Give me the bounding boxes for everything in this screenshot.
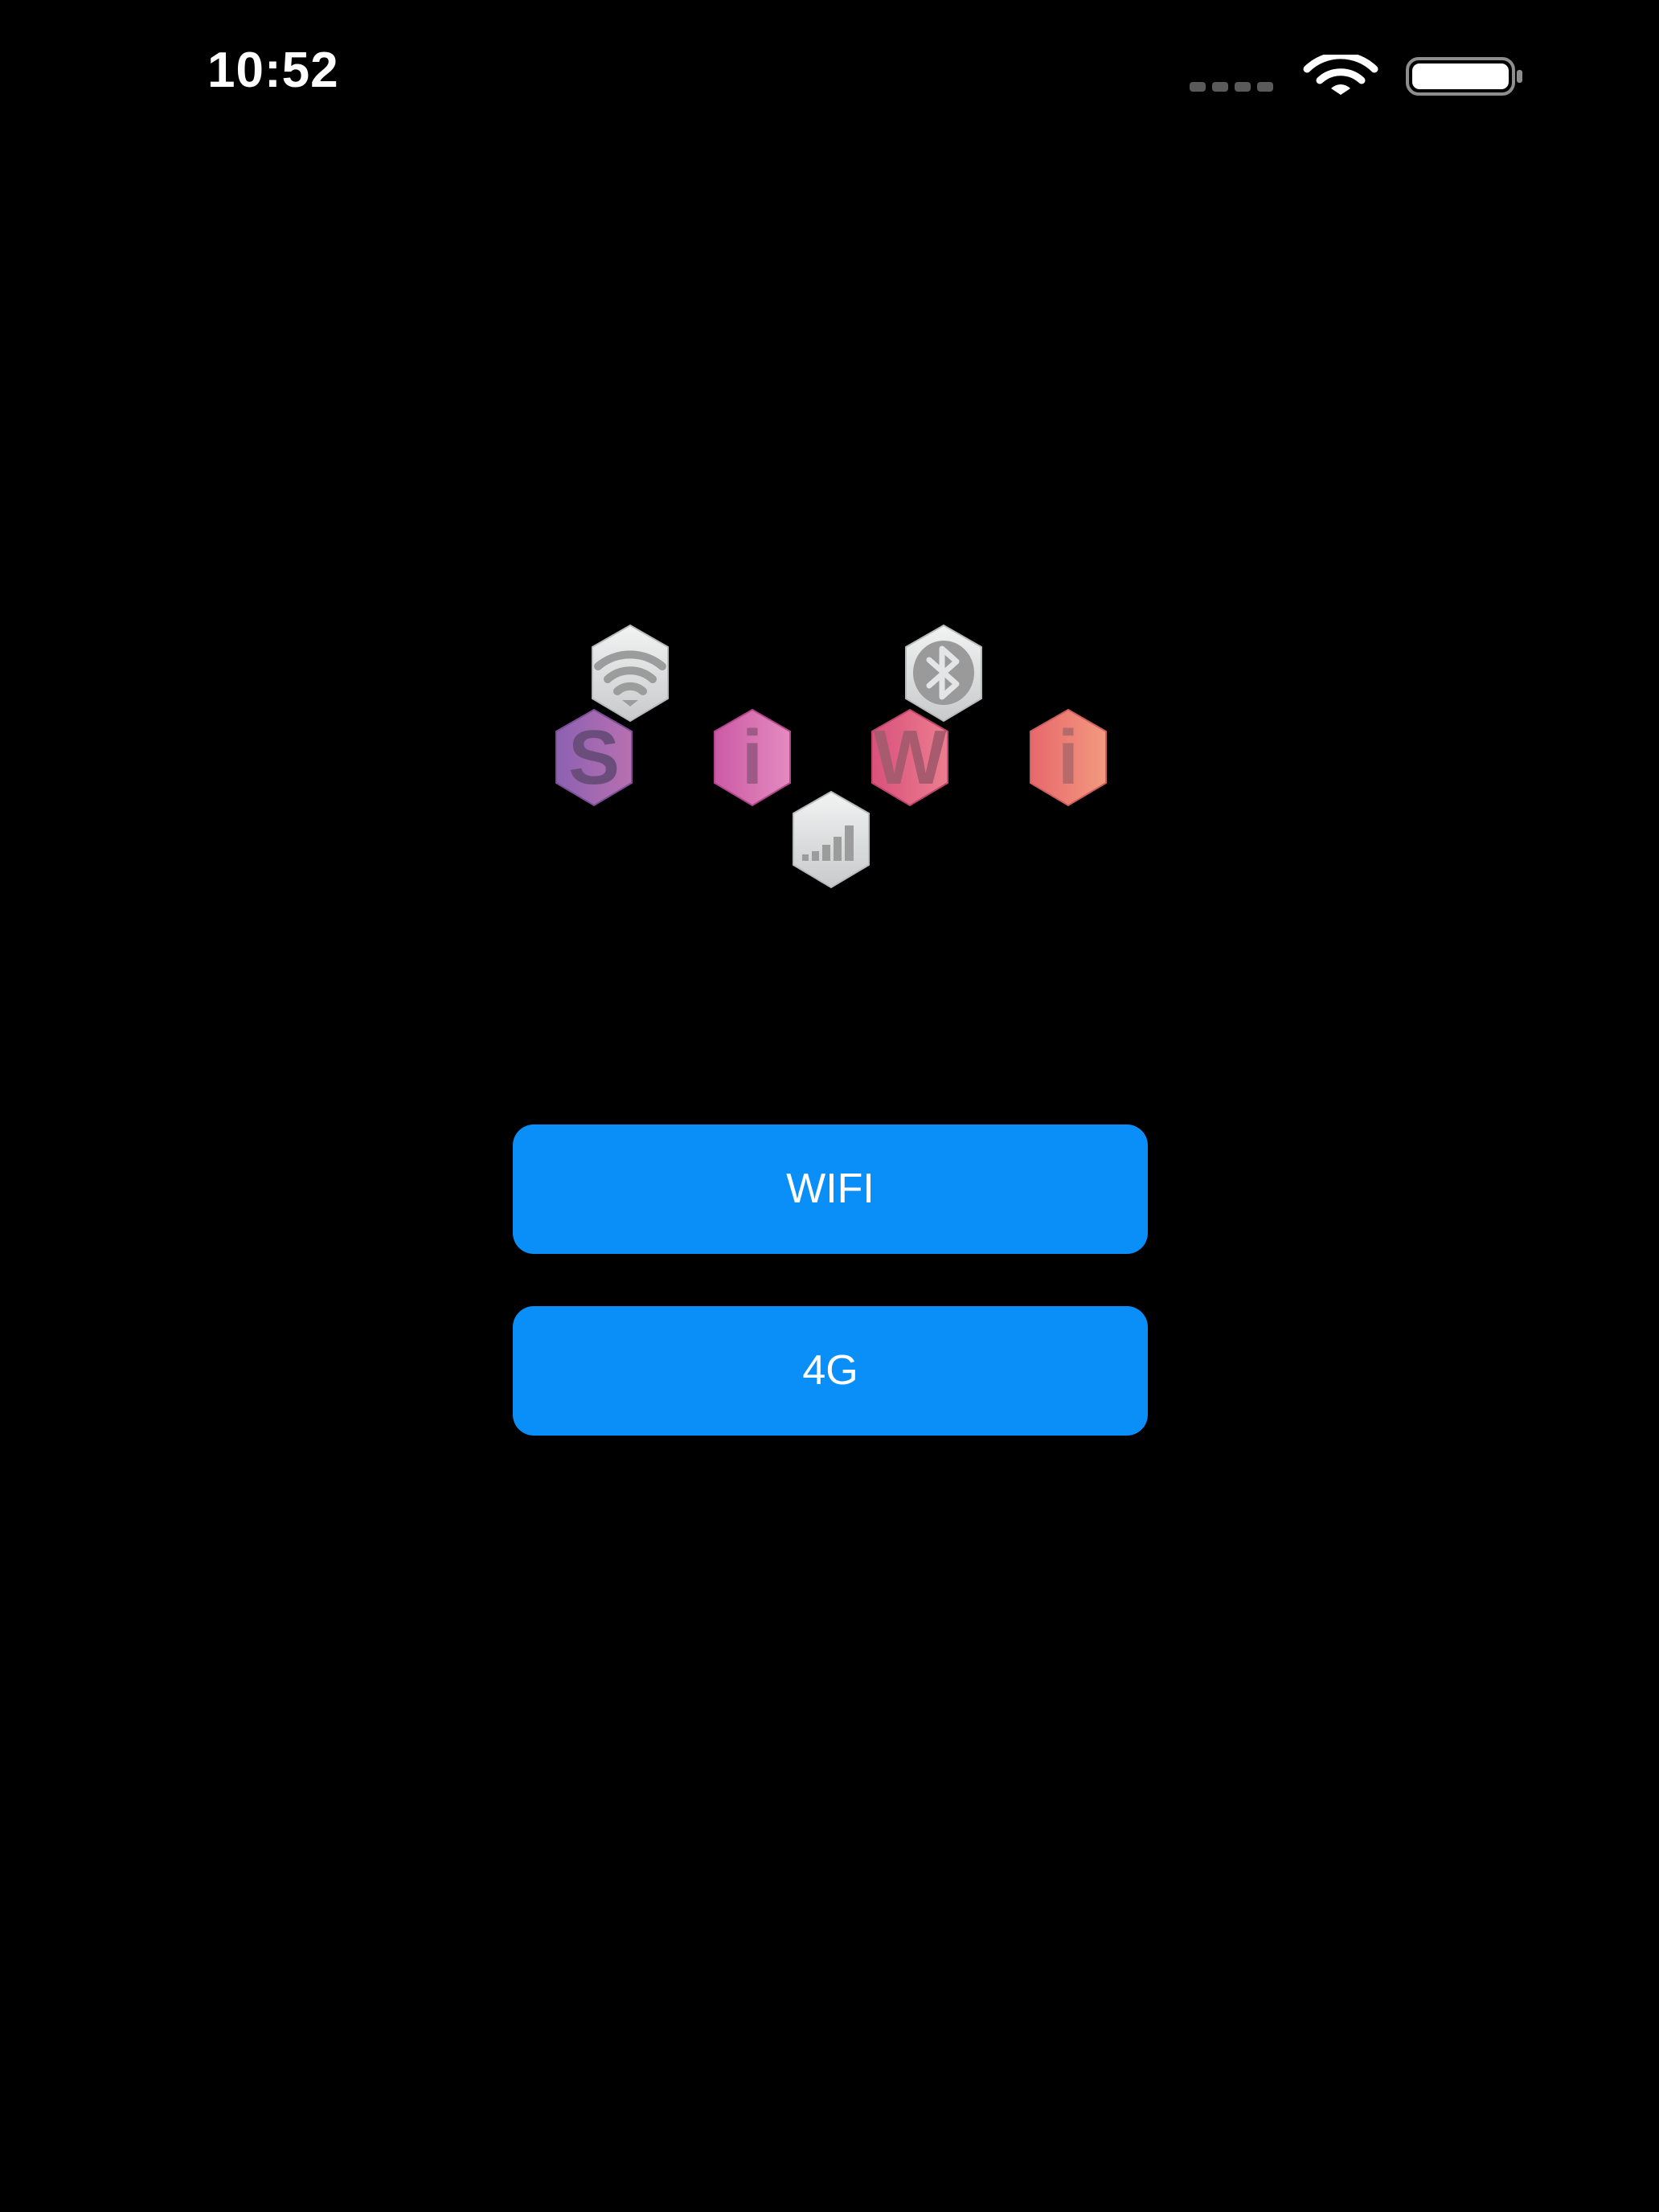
- logo-hex-signal: [793, 790, 870, 889]
- status-time: 10:52: [207, 43, 339, 98]
- cellular-signal-icon: [1190, 82, 1273, 92]
- logo-letter-s: S: [568, 715, 620, 801]
- logo-hex-wifi: [592, 624, 669, 723]
- logo-hex-bluetooth: [905, 624, 982, 723]
- logo-letter-i-2: i: [1058, 715, 1079, 801]
- logo-letter-i-1: i: [742, 715, 764, 801]
- logo-hex-s: S: [555, 708, 633, 807]
- siwi-logo: S i W i: [555, 624, 1107, 889]
- 4g-button[interactable]: 4G: [513, 1306, 1148, 1436]
- logo-letter-w: W: [874, 715, 947, 801]
- logo-hex-w: W: [871, 708, 948, 807]
- logo-hex-i-1: i: [714, 708, 791, 807]
- wifi-button[interactable]: WIFI: [513, 1124, 1148, 1254]
- logo-hex-i-2: i: [1030, 708, 1107, 807]
- wifi-icon: [1303, 55, 1378, 95]
- battery-icon: [1406, 57, 1522, 96]
- status-bar: 10:52: [0, 0, 1659, 153]
